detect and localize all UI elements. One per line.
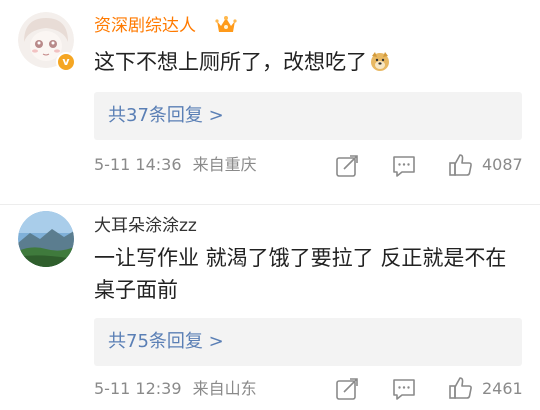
timestamp: 5-11 14:36 bbox=[94, 155, 182, 174]
comment-text: 这下不想上厕所了，改想吃了 bbox=[94, 46, 520, 78]
comment-meta: 5-11 14:36 来自重庆 bbox=[94, 154, 257, 176]
verified-badge: v bbox=[56, 52, 76, 72]
comment-item: 大耳朵涂涂zz 一让写作业 就渴了饿了要拉了 反正就是不在桌子面前 共75条回复… bbox=[0, 205, 540, 410]
comment-icon[interactable] bbox=[391, 376, 417, 402]
thumbs-up-icon[interactable] bbox=[448, 152, 474, 178]
comment-meta: 5-11 12:39 来自山东 bbox=[94, 378, 257, 400]
like-count: 4087 bbox=[482, 155, 523, 174]
view-replies-link[interactable]: 共75条回复 > bbox=[108, 330, 224, 354]
view-replies-link[interactable]: 共37条回复 > bbox=[108, 104, 224, 128]
replies-box[interactable]: 共37条回复 > bbox=[94, 92, 522, 140]
avatar[interactable] bbox=[18, 211, 74, 267]
thumbs-up-icon[interactable] bbox=[448, 375, 474, 401]
comment-item: v 资深剧综达人 这下不想上厕所了，改想吃了 共37条回复 > 5-11 14:… bbox=[0, 0, 540, 205]
comment-text: 一让写作业 就渴了饿了要拉了 反正就是不在桌子面前 bbox=[94, 246, 507, 302]
comment-icon[interactable] bbox=[391, 153, 417, 179]
username[interactable]: 资深剧综达人 bbox=[94, 15, 196, 37]
crown-icon bbox=[215, 16, 237, 32]
timestamp: 5-11 12:39 bbox=[94, 379, 182, 398]
like-count: 2461 bbox=[482, 379, 523, 398]
location: 来自山东 bbox=[192, 379, 257, 398]
doge-emoji bbox=[371, 52, 389, 71]
share-icon[interactable] bbox=[334, 376, 360, 402]
location: 来自重庆 bbox=[192, 155, 257, 174]
username[interactable]: 大耳朵涂涂zz bbox=[94, 215, 197, 237]
replies-box[interactable]: 共75条回复 > bbox=[94, 318, 522, 366]
share-icon[interactable] bbox=[334, 153, 360, 179]
